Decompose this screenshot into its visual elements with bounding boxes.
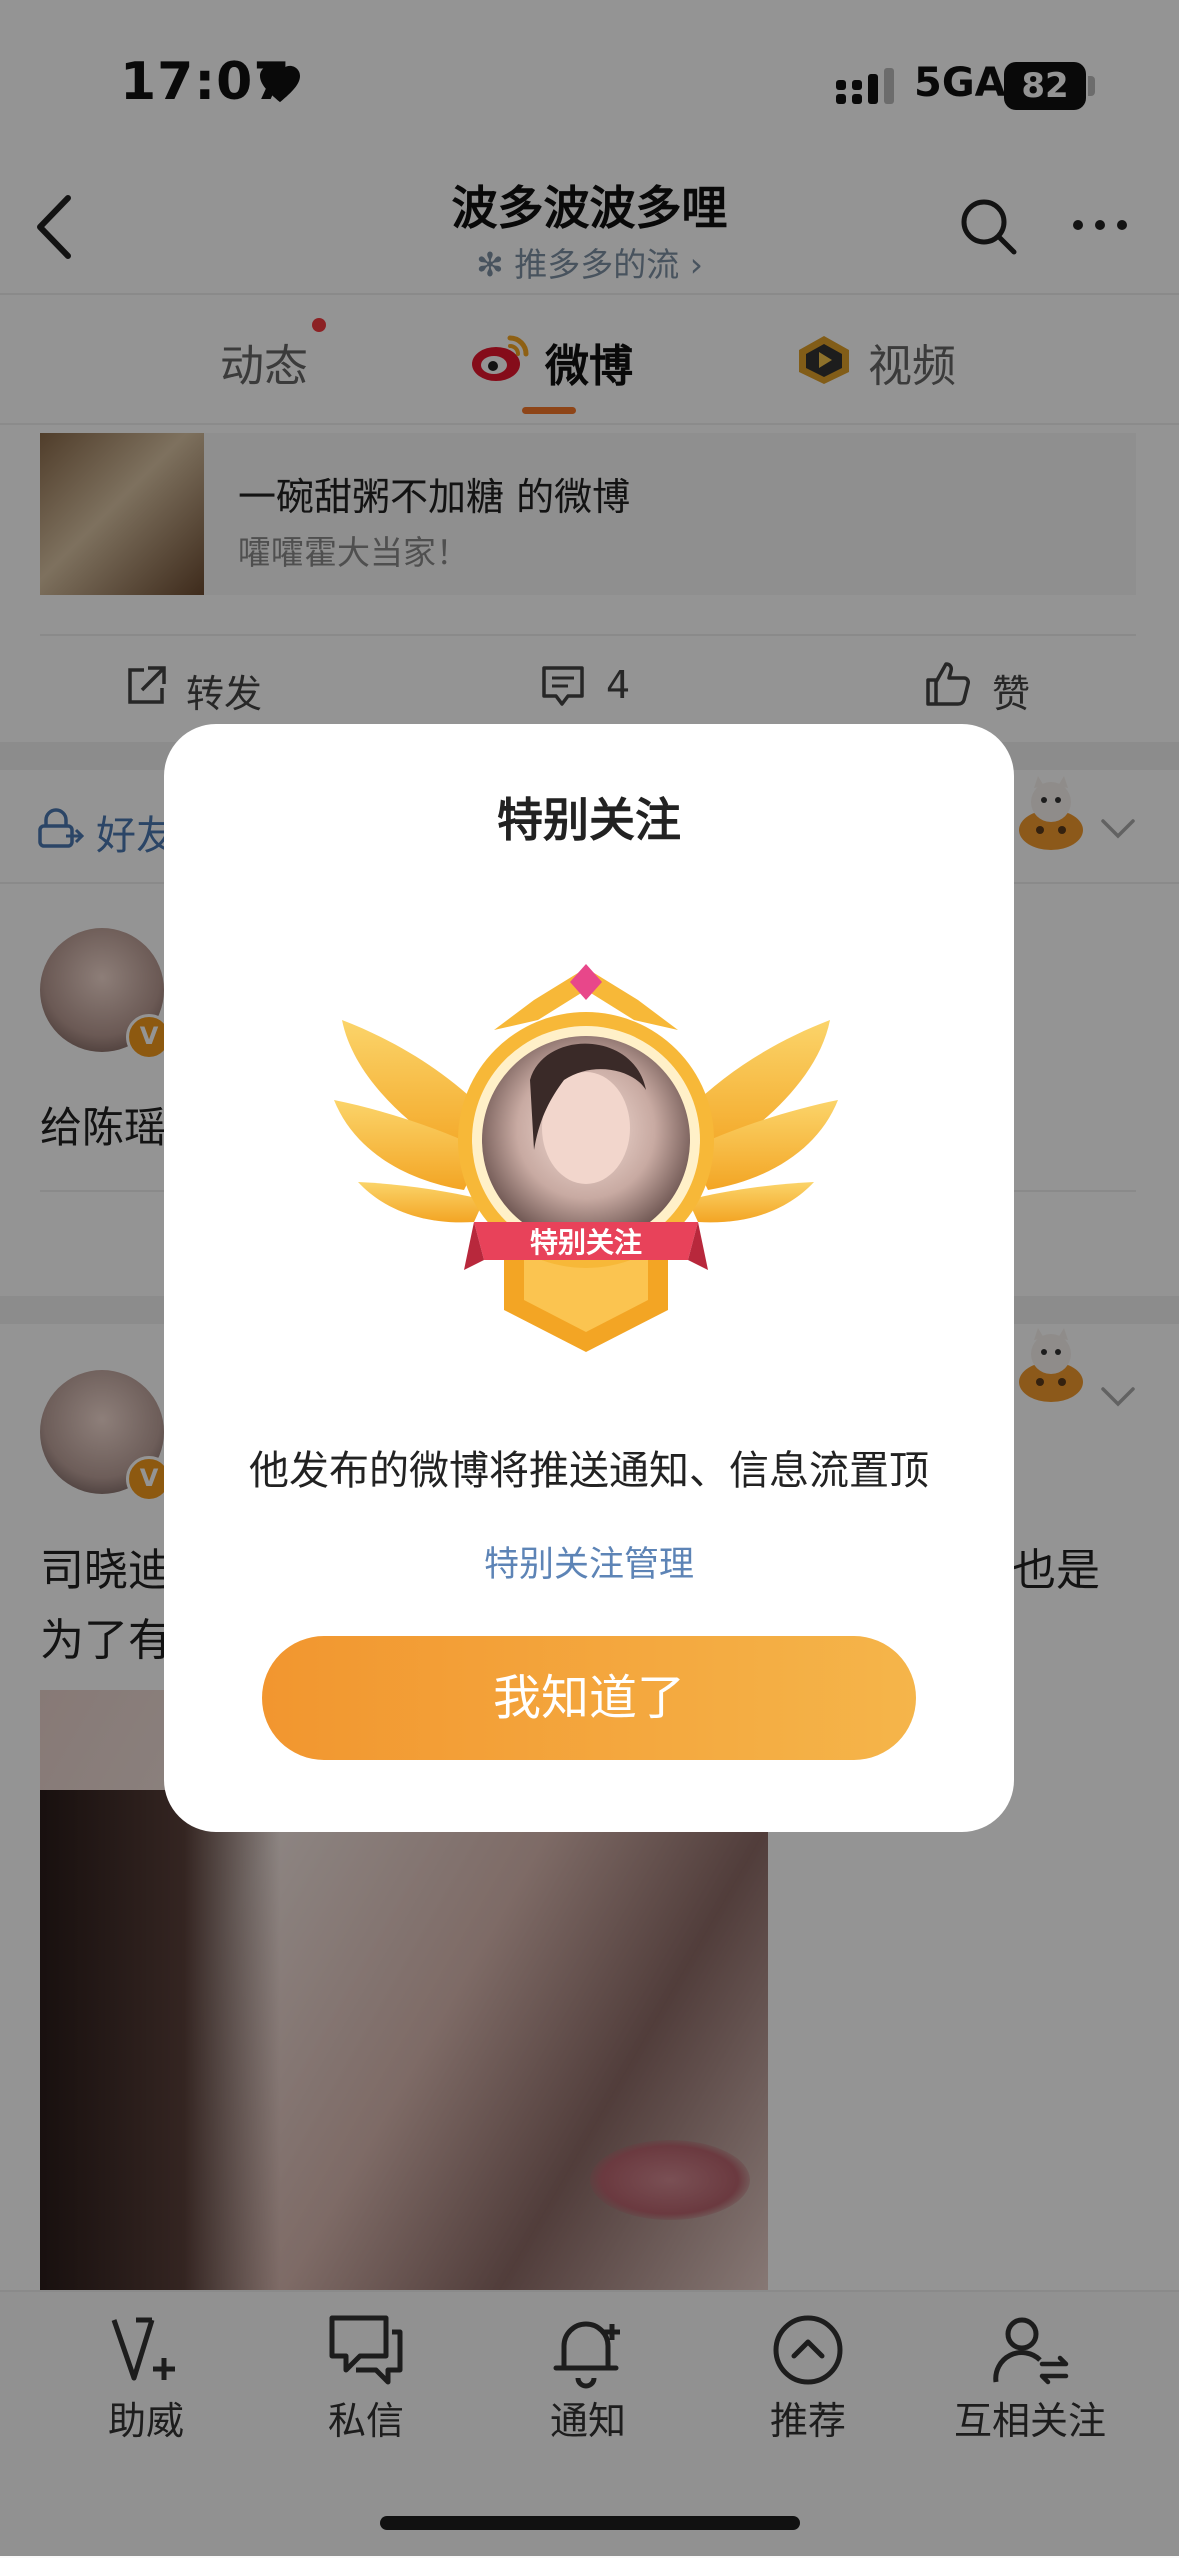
dialog-title: 特别关注 [497,793,681,847]
dialog-description: 他发布的微博将推送通知、信息流置顶 [249,1448,929,1494]
special-follow-manage-link[interactable]: 特别关注管理 [164,1536,1014,1587]
confirm-button[interactable]: 我知道了 [262,1636,916,1760]
svg-text:特别关注: 特别关注 [530,1226,642,1259]
home-indicator[interactable] [380,2516,800,2530]
special-follow-badge-icon: 特别关注 [334,964,838,1352]
